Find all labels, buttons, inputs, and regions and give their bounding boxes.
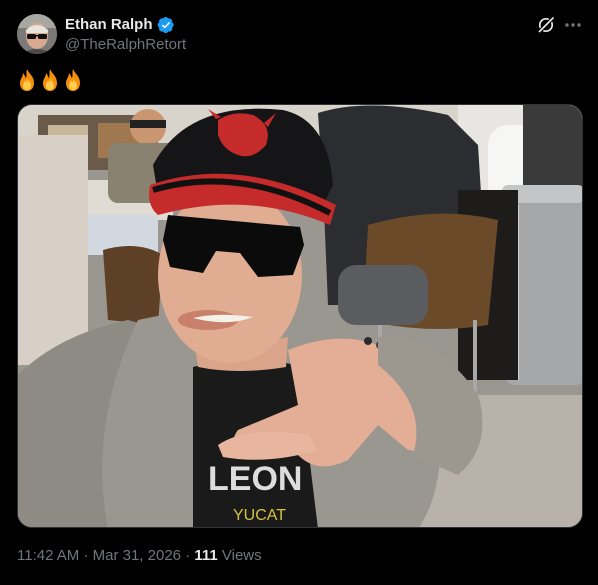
grok-icon [537,16,555,34]
post-meta: 11:42 AM · Mar 31, 2026 · 111 Views [17,546,262,566]
meta-separator: · [185,547,191,564]
post-media[interactable]: LEON YUCAT [17,104,583,528]
shirt-print-text: LEON [208,460,302,498]
avatar[interactable] [17,14,57,54]
author-name-row[interactable]: Ethan Ralph [65,15,175,34]
post-time[interactable]: 11:42 AM [17,547,79,564]
post-date[interactable]: Mar 31, 2026 [93,547,181,564]
author-display-name[interactable]: Ethan Ralph [65,15,153,34]
meta-separator: · [83,547,89,564]
views-count: 111 [194,547,218,564]
views-label: Views [221,547,262,564]
profile-photo-icon [17,14,57,54]
post: Ethan Ralph @TheRalphRetort 🔥🔥🔥 [0,0,598,585]
author-handle[interactable]: @TheRalphRetort [65,36,186,54]
fire-icon [43,69,57,91]
fire-icon [66,69,80,91]
more-options-button[interactable] [563,15,583,35]
grok-button[interactable] [537,16,555,34]
more-icon [565,23,581,27]
selfie-photo-icon: LEON YUCAT [18,105,582,527]
shirt-print-subtext: YUCAT [233,507,286,524]
fire-icon [20,69,34,91]
post-text: 🔥🔥🔥 [17,68,83,94]
verified-badge-icon [157,16,174,33]
